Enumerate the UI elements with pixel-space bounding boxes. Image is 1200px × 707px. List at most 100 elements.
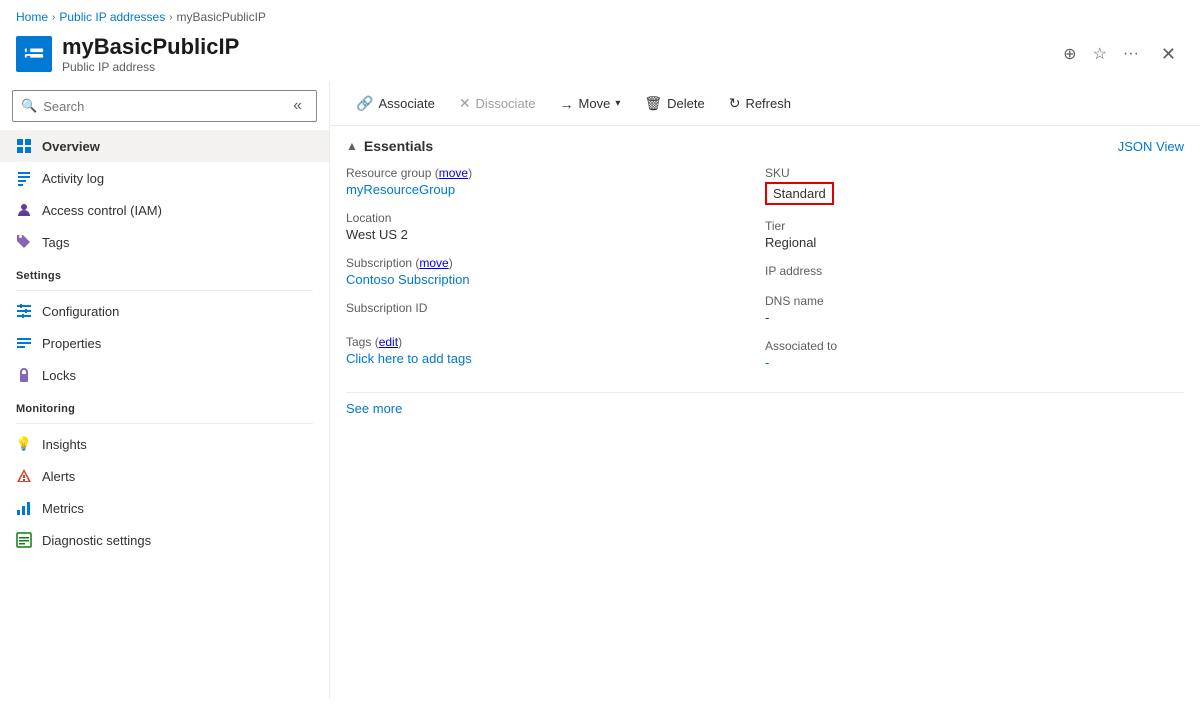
tags-label: Tags (edit) xyxy=(346,335,765,349)
essentials-right-col: SKU Standard Tier Regional IP address xyxy=(765,166,1184,384)
field-ip-address: IP address xyxy=(765,264,1184,280)
sidebar-item-properties[interactable]: Properties xyxy=(0,327,329,359)
sidebar-item-metrics[interactable]: Metrics xyxy=(0,492,329,524)
associate-label: Associate xyxy=(378,96,434,111)
resource-name: myBasicPublicIP xyxy=(62,34,1049,60)
refresh-button[interactable]: ↻ Refresh xyxy=(719,90,801,117)
dissociate-button[interactable]: ✕ Dissociate xyxy=(449,90,546,117)
sidebar-item-configuration[interactable]: Configuration xyxy=(0,295,329,327)
essentials-grid: Resource group (move) myResourceGroup Lo… xyxy=(346,166,1184,384)
move-button[interactable]: → Move ▾ xyxy=(550,91,631,117)
refresh-label: Refresh xyxy=(745,96,791,111)
tags-edit-link[interactable]: edit xyxy=(379,335,398,349)
refresh-icon: ↻ xyxy=(729,95,741,112)
essentials-left-col: Resource group (move) myResourceGroup Lo… xyxy=(346,166,765,384)
settings-divider xyxy=(16,290,313,291)
resource-icon xyxy=(16,36,52,72)
monitoring-section-label: Monitoring xyxy=(0,391,329,419)
alerts-icon xyxy=(16,468,32,484)
breadcrumb-chevron-2: › xyxy=(169,12,172,23)
field-value-dns-name: - xyxy=(765,310,1184,325)
search-icon: 🔍 xyxy=(21,98,37,114)
move-label: Move xyxy=(579,96,611,111)
essentials-chevron[interactable]: ▲ xyxy=(346,139,358,153)
breadcrumb-current: myBasicPublicIP xyxy=(177,10,266,24)
json-view-link[interactable]: JSON View xyxy=(1118,139,1184,154)
resource-group-move-link[interactable]: move xyxy=(439,166,468,180)
tags-add-link[interactable]: Click here to add tags xyxy=(346,351,472,366)
associated-to-link[interactable]: - xyxy=(765,355,769,370)
collapse-sidebar-button[interactable]: « xyxy=(287,95,308,117)
associate-button[interactable]: 🔗 Associate xyxy=(346,90,445,117)
sidebar-item-overview[interactable]: Overview xyxy=(0,130,329,162)
tags-section: Tags (edit) Click here to add tags xyxy=(346,335,765,366)
subscription-move-link[interactable]: move xyxy=(419,256,448,270)
associate-icon: 🔗 xyxy=(356,95,373,112)
field-location: Location West US 2 xyxy=(346,211,765,242)
overview-icon xyxy=(16,138,32,154)
search-container: 🔍 « xyxy=(12,90,317,122)
sidebar-item-activity-log[interactable]: Activity log xyxy=(0,162,329,194)
breadcrumb-home[interactable]: Home xyxy=(16,10,48,24)
sidebar-label-insights: Insights xyxy=(42,437,87,452)
pin-button[interactable]: ⊕ xyxy=(1059,40,1080,68)
sidebar-item-insights[interactable]: 💡 Insights xyxy=(0,428,329,460)
essentials-header: ▲ Essentials JSON View xyxy=(346,138,1184,154)
sidebar-label-access-control: Access control (IAM) xyxy=(42,203,162,218)
field-value-location: West US 2 xyxy=(346,227,765,242)
close-button[interactable]: ✕ xyxy=(1153,40,1184,69)
sidebar-label-properties: Properties xyxy=(42,336,101,351)
main-layout: 🔍 « Overview Activity log Access control… xyxy=(0,82,1200,699)
locks-icon xyxy=(16,367,32,383)
delete-button[interactable]: 🗑 Delete xyxy=(634,90,714,117)
sidebar-item-alerts[interactable]: Alerts xyxy=(0,460,329,492)
subscription-link[interactable]: Contoso Subscription xyxy=(346,272,470,287)
sidebar-label-configuration: Configuration xyxy=(42,304,119,319)
sidebar-label-tags: Tags xyxy=(42,235,69,250)
see-more-link[interactable]: See more xyxy=(346,401,1184,416)
field-value-resource-group: myResourceGroup xyxy=(346,182,765,197)
metrics-icon xyxy=(16,500,32,516)
delete-icon: 🗑 xyxy=(644,95,662,112)
tags-add-value: Click here to add tags xyxy=(346,351,765,366)
sidebar-item-locks[interactable]: Locks xyxy=(0,359,329,391)
search-input[interactable] xyxy=(43,99,281,114)
sidebar-label-metrics: Metrics xyxy=(42,501,84,516)
activity-log-icon xyxy=(16,170,32,186)
favourite-button[interactable]: ☆ xyxy=(1089,40,1111,68)
delete-label: Delete xyxy=(667,96,705,111)
field-sku: SKU Standard xyxy=(765,166,1184,205)
field-subscription: Subscription (move) Contoso Subscription xyxy=(346,256,765,287)
field-label-dns-name: DNS name xyxy=(765,294,1184,308)
sidebar-label-locks: Locks xyxy=(42,368,76,383)
field-tier: Tier Regional xyxy=(765,219,1184,250)
breadcrumb-parent[interactable]: Public IP addresses xyxy=(59,10,165,24)
settings-section-label: Settings xyxy=(0,258,329,286)
more-button[interactable]: ··· xyxy=(1119,41,1143,67)
field-dns-name: DNS name - xyxy=(765,294,1184,325)
field-value-associated-to: - xyxy=(765,355,1184,370)
access-control-icon xyxy=(16,202,32,218)
sidebar-item-diagnostic-settings[interactable]: Diagnostic settings xyxy=(0,524,329,556)
tags-icon xyxy=(16,234,32,250)
field-label-ip-address: IP address xyxy=(765,264,1184,278)
essentials-divider xyxy=(346,392,1184,393)
resource-group-link[interactable]: myResourceGroup xyxy=(346,182,455,197)
toolbar: 🔗 Associate ✕ Dissociate → Move ▾ 🗑 Dele… xyxy=(330,82,1200,126)
field-subscription-id: Subscription ID xyxy=(346,301,765,317)
field-associated-to: Associated to - xyxy=(765,339,1184,370)
sidebar-label-overview: Overview xyxy=(42,139,100,154)
field-label-subscription: Subscription (move) xyxy=(346,256,765,270)
header-actions: ⊕ ☆ ··· xyxy=(1059,40,1143,68)
sidebar-item-access-control[interactable]: Access control (IAM) xyxy=(0,194,329,226)
sidebar-item-tags[interactable]: Tags xyxy=(0,226,329,258)
field-value-subscription: Contoso Subscription xyxy=(346,272,765,287)
field-value-tier: Regional xyxy=(765,235,1184,250)
field-label-location: Location xyxy=(346,211,765,225)
sidebar: 🔍 « Overview Activity log Access control… xyxy=(0,82,330,699)
breadcrumb: Home › Public IP addresses › myBasicPubl… xyxy=(0,0,1200,30)
move-dropdown-icon: ▾ xyxy=(615,98,620,109)
breadcrumb-chevron-1: › xyxy=(52,12,55,23)
essentials-title: ▲ Essentials xyxy=(346,138,433,154)
monitoring-divider xyxy=(16,423,313,424)
